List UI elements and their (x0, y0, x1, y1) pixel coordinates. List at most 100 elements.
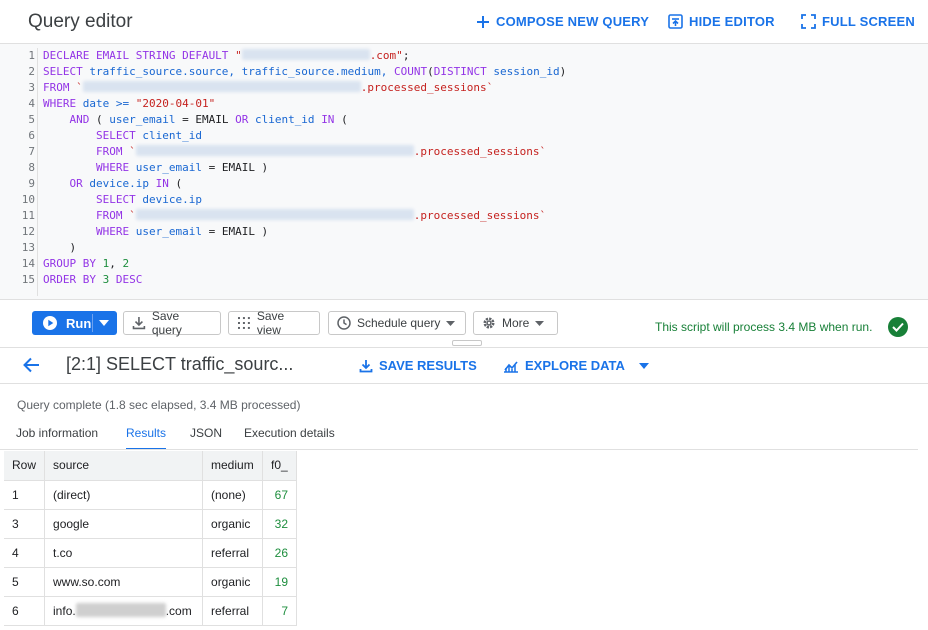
save-results-button[interactable]: SAVE RESULTS (359, 358, 477, 373)
compose-new-query-button[interactable]: COMPOSE NEW QUERY (476, 14, 649, 29)
back-arrow-icon[interactable] (22, 356, 40, 374)
count-cell: 67 (262, 480, 298, 510)
row-number-cell: 5 (4, 567, 46, 597)
source-text: info. (53, 604, 76, 618)
code-token: "2020-04-01" (135, 97, 216, 110)
code-token: session_id (493, 65, 560, 78)
save-query-label: Save query (151, 309, 182, 337)
code-token: 3 (102, 273, 116, 286)
save-view-button[interactable]: Save view (228, 309, 320, 337)
code-token: OR (235, 113, 255, 126)
code-token: IN (321, 113, 342, 126)
table-row: 3 google organic 32 (4, 509, 298, 539)
run-options-chevron-down-icon[interactable] (99, 320, 109, 326)
medium-cell: organic (202, 567, 264, 597)
line-number: 7 (28, 145, 35, 158)
compose-new-query-label: COMPOSE NEW QUERY (496, 14, 650, 29)
tab-execution-details[interactable]: Execution details (244, 426, 335, 448)
editor-header: Query editor COMPOSE NEW QUERY HIDE EDIT… (0, 0, 928, 44)
more-button[interactable]: More (473, 311, 558, 335)
line-number: 11 (21, 209, 35, 222)
code-token: .processed_sessions` (413, 145, 547, 158)
row-number-cell: 6 (4, 596, 46, 626)
resize-handle[interactable] (452, 340, 482, 346)
line-number: 13 (21, 241, 35, 254)
code-line: WHERE user_email = EMAIL ) (43, 160, 928, 176)
line-number: 4 (28, 97, 35, 110)
chevron-down-icon (535, 320, 545, 326)
line-number: 1 (28, 49, 35, 62)
column-header-row: Row (4, 451, 46, 481)
line-number: 5 (28, 113, 35, 126)
code-line: WHERE date >= "2020-04-01" (43, 96, 928, 112)
column-header-source: source (44, 451, 204, 481)
code-token: ( (427, 65, 434, 78)
line-number: 8 (28, 161, 35, 174)
medium-cell: organic (202, 509, 264, 539)
fullscreen-icon (801, 14, 816, 29)
code-token: ( (175, 177, 183, 190)
row-number-cell: 4 (4, 538, 46, 568)
schedule-query-button[interactable]: Schedule query (328, 311, 466, 335)
tab-job-information[interactable]: Job information (16, 426, 98, 448)
code-token: FROM (43, 81, 77, 94)
code-token: client_id (142, 129, 202, 142)
code-token: .processed_sessions` (360, 81, 494, 94)
full-screen-label: FULL SCREEN (822, 14, 915, 29)
chart-icon (504, 360, 518, 373)
tabs-divider (0, 449, 918, 450)
code-token: ` (76, 81, 83, 94)
play-icon (43, 316, 57, 330)
code-token: .com" (369, 49, 403, 62)
view-grid-icon (237, 317, 250, 329)
sql-editor[interactable]: 1 2 3 4 5 6 7 8 9 10 11 12 13 14 15 DECLARE EMAIL STRI… (0, 44, 928, 300)
code-token: = EMAIL ) (208, 225, 269, 238)
code-token: = EMAIL ) (208, 161, 269, 174)
query-status: Query complete (1.8 sec elapsed, 3.4 MB … (17, 398, 301, 412)
code-token: SELECT (43, 193, 143, 206)
code-token: device.ip (89, 177, 156, 190)
chevron-down-icon (638, 362, 649, 369)
code-line: WHERE user_email = EMAIL ) (43, 224, 928, 240)
code-token: DISTINCT (433, 65, 494, 78)
count-cell: 19 (262, 567, 298, 597)
table-row: 1 (direct) (none) 67 (4, 480, 298, 510)
sql-code-area[interactable]: DECLARE EMAIL STRING DEFAULT " .com"; SELE… (43, 48, 928, 288)
tab-results[interactable]: Results (126, 426, 167, 450)
run-button[interactable]: Run (32, 311, 117, 335)
explore-data-button[interactable]: EXPLORE DATA (503, 358, 649, 373)
code-token: ORDER BY (43, 273, 103, 286)
code-token: date >= (82, 97, 136, 110)
source-text: (direct) (53, 487, 91, 502)
table-row: 6 info. .com referral 7 (4, 596, 298, 626)
code-token: COUNT (394, 65, 428, 78)
code-token: FROM (43, 209, 130, 222)
code-token: device.ip (142, 193, 202, 206)
results-header: [2:1] SELECT traffic_sourc... SAVE RESUL… (0, 348, 928, 384)
line-number: 6 (28, 129, 35, 142)
code-token: traffic_source.source, traffic_source.me… (89, 65, 394, 78)
source-cell: t.co (44, 538, 204, 568)
table-row: 5 www.so.com organic 19 (4, 567, 298, 597)
code-token: user_email (109, 113, 183, 126)
code-token: client_id (254, 113, 322, 126)
results-title: [2:1] SELECT traffic_sourc... (66, 354, 294, 374)
save-query-button[interactable]: Save query (123, 309, 221, 337)
code-line: SELECT client_id (43, 128, 928, 144)
line-number: 12 (21, 225, 35, 238)
code-line: FROM ` .processed_sessions` (43, 208, 928, 224)
run-divider (92, 314, 93, 332)
code-token: .processed_sessions` (413, 209, 547, 222)
tab-json[interactable]: JSON (190, 426, 222, 448)
hide-editor-button[interactable]: HIDE EDITOR (668, 14, 775, 29)
code-token: AND (43, 113, 96, 126)
code-line: GROUP BY 1, 2 (43, 256, 928, 272)
full-screen-button[interactable]: FULL SCREEN (801, 14, 915, 29)
source-text: www.so.com (53, 574, 121, 589)
more-label: More (502, 316, 530, 330)
code-token: ) (43, 241, 77, 254)
redacted-text (82, 81, 361, 92)
code-line: OR device.ip IN ( (43, 176, 928, 192)
source-suffix: .com (165, 604, 192, 618)
schedule-query-label: Schedule query (357, 316, 441, 330)
